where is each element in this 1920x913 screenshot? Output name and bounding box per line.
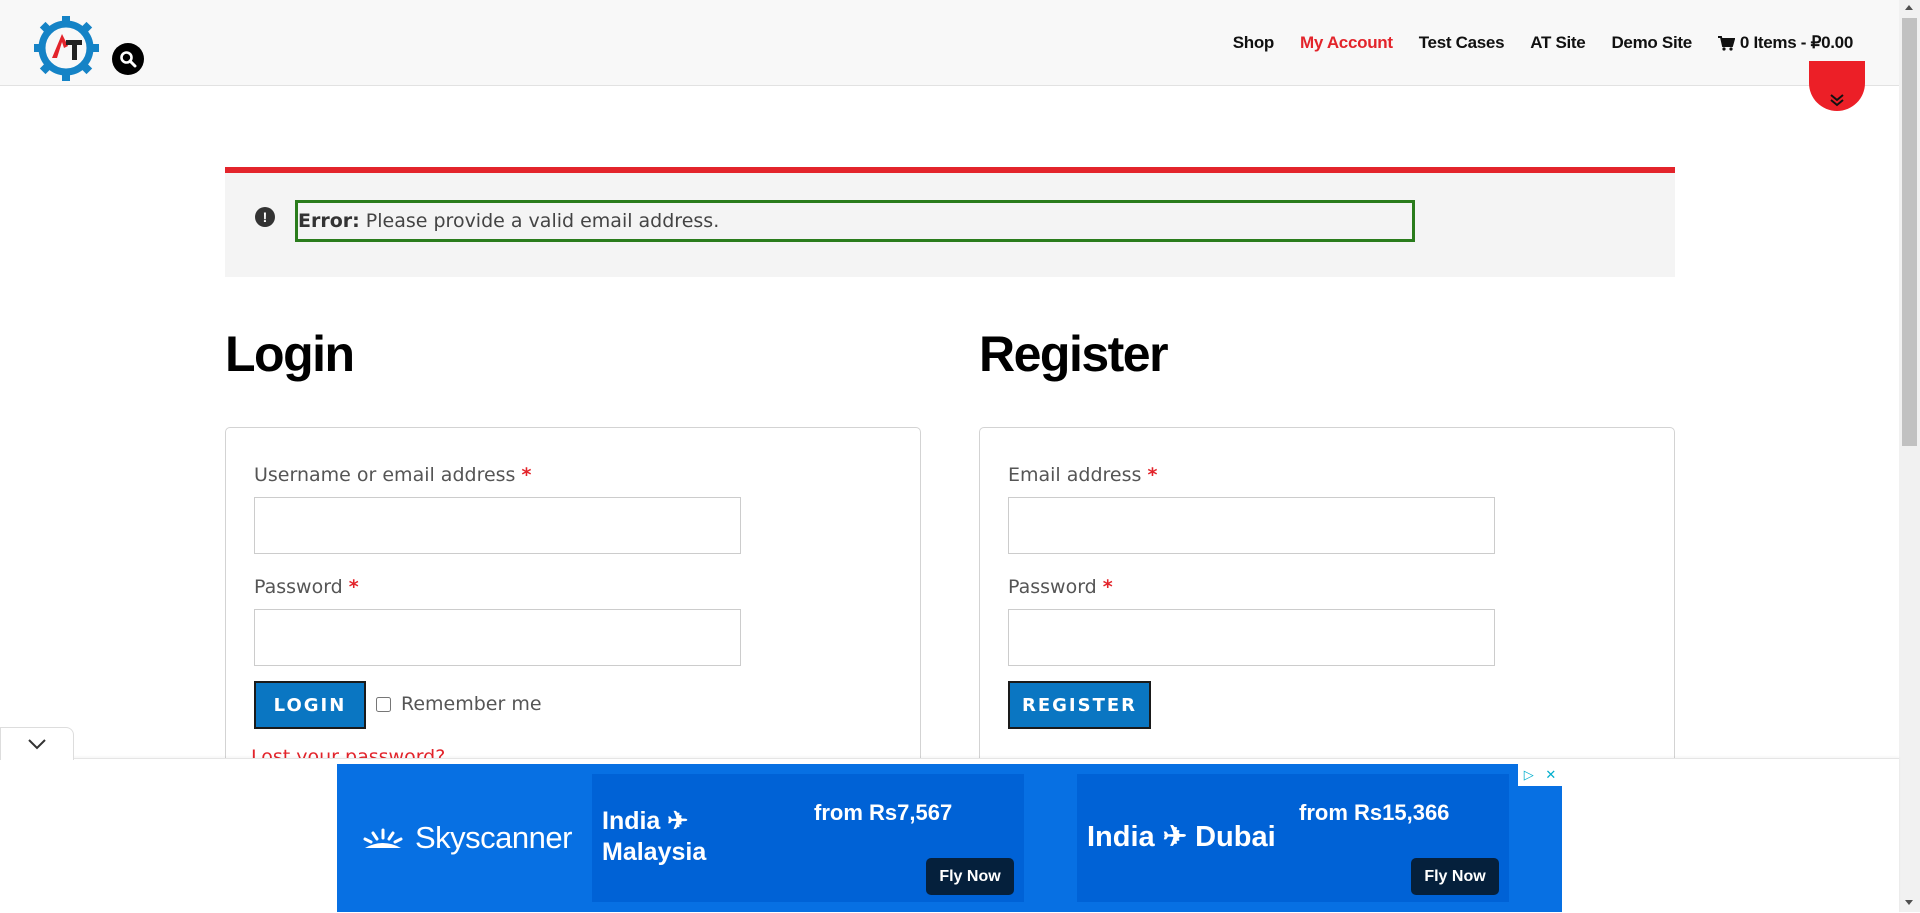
ad-offer-1-price: from Rs7,567	[814, 800, 953, 825]
sunrise-logo-icon	[363, 828, 403, 848]
ad-brand-name: Skyscanner	[415, 820, 572, 855]
login-title: Login	[225, 326, 355, 382]
reg-email-label: Email address *	[1008, 464, 1157, 486]
ad-brand: Skyscanner	[361, 820, 572, 856]
ad-choices[interactable]: ▷ ✕	[1518, 764, 1562, 786]
nav-test-cases[interactable]: Test Cases	[1419, 33, 1505, 53]
ad-close-icon[interactable]: ✕	[1545, 768, 1556, 783]
nav-cart[interactable]: 0 Items - ₽0.00	[1717, 33, 1853, 53]
ad-offer-2-fly-button[interactable]: Fly Now	[1411, 858, 1499, 895]
scroll-up-arrow-icon[interactable]	[1905, 5, 1913, 10]
reg-password-label: Password *	[1008, 576, 1113, 598]
scroll-thumb[interactable]	[1902, 18, 1917, 446]
ad-collapse-button[interactable]	[0, 727, 74, 760]
cart-label: 0 Items - ₽0.00	[1739, 33, 1853, 52]
ad-offer-2-from: India	[1087, 821, 1155, 853]
login-form: Username or email address * Password * L…	[225, 427, 921, 768]
scroll-down-button[interactable]	[1809, 61, 1865, 111]
ad-offer-2-route: India ✈ Dubai	[1087, 821, 1276, 853]
login-button[interactable]: LOGIN	[254, 681, 366, 729]
page-scrollbar[interactable]	[1899, 0, 1920, 912]
ad-offer-1-route: India ✈ Malaysia	[602, 807, 707, 866]
error-notice: ! Error: Please provide a valid email ad…	[225, 167, 1675, 277]
remember-me-checkbox[interactable]	[376, 696, 391, 712]
required-marker: *	[1102, 576, 1113, 598]
ad-offer-2-price: from Rs15,366	[1299, 800, 1450, 825]
register-form: Email address * Password * REGISTER	[979, 427, 1675, 767]
chevron-down-icon	[28, 739, 46, 750]
register-button[interactable]: REGISTER	[1008, 681, 1151, 729]
reg-email-label-text: Email address	[1008, 464, 1142, 486]
login-password-label-text: Password	[254, 576, 343, 598]
error-message: Error: Please provide a valid email addr…	[295, 200, 1415, 242]
required-marker: *	[1147, 464, 1158, 486]
search-icon	[120, 51, 137, 68]
scroll-down-arrow-icon[interactable]	[1905, 900, 1913, 905]
ad-offer-2-to: Dubai	[1195, 821, 1276, 853]
nav-at-site[interactable]: AT Site	[1530, 33, 1586, 53]
main-nav: Shop My Account Test Cases AT Site Demo …	[1233, 33, 1854, 53]
error-prefix: Error:	[298, 210, 360, 232]
skyscanner-ad[interactable]: Skyscanner India ✈ Malaysia from Rs7,567…	[337, 764, 1562, 912]
ad-offer-2[interactable]: India ✈ Dubai from Rs15,366 Fly Now	[1077, 774, 1509, 902]
remember-me-label: Remember me	[401, 693, 542, 715]
remember-me[interactable]: Remember me	[376, 693, 542, 715]
site-header: Shop My Account Test Cases AT Site Demo …	[0, 0, 1899, 86]
reg-email-input[interactable]	[1008, 497, 1495, 554]
nav-my-account[interactable]: My Account	[1300, 33, 1393, 53]
ad-offer-1-from: India	[602, 807, 661, 835]
nav-demo-site[interactable]: Demo Site	[1611, 33, 1692, 53]
nav-shop[interactable]: Shop	[1233, 33, 1275, 53]
ad-offer-1-fly-button[interactable]: Fly Now	[926, 858, 1014, 895]
cart-icon	[1717, 35, 1735, 51]
required-marker: *	[348, 576, 359, 598]
ad-offer-1-to: Malaysia	[602, 838, 707, 866]
required-marker: *	[521, 464, 532, 486]
register-title: Register	[979, 326, 1169, 382]
login-password-label: Password *	[254, 576, 359, 598]
reg-password-input[interactable]	[1008, 609, 1495, 666]
error-text: Please provide a valid email address.	[359, 210, 720, 232]
username-label-text: Username or email address	[254, 464, 516, 486]
gear-logo-icon[interactable]	[33, 15, 102, 84]
username-input[interactable]	[254, 497, 741, 554]
ad-info-icon[interactable]: ▷	[1524, 768, 1534, 783]
search-button[interactable]	[112, 43, 144, 75]
username-label: Username or email address *	[254, 464, 531, 486]
exclamation-circle-icon: !	[255, 207, 275, 227]
reg-password-label-text: Password	[1008, 576, 1097, 598]
double-chevron-down-icon	[1830, 94, 1844, 107]
login-password-input[interactable]	[254, 609, 741, 666]
ad-offer-1[interactable]: India ✈ Malaysia from Rs7,567 Fly Now	[592, 774, 1024, 902]
